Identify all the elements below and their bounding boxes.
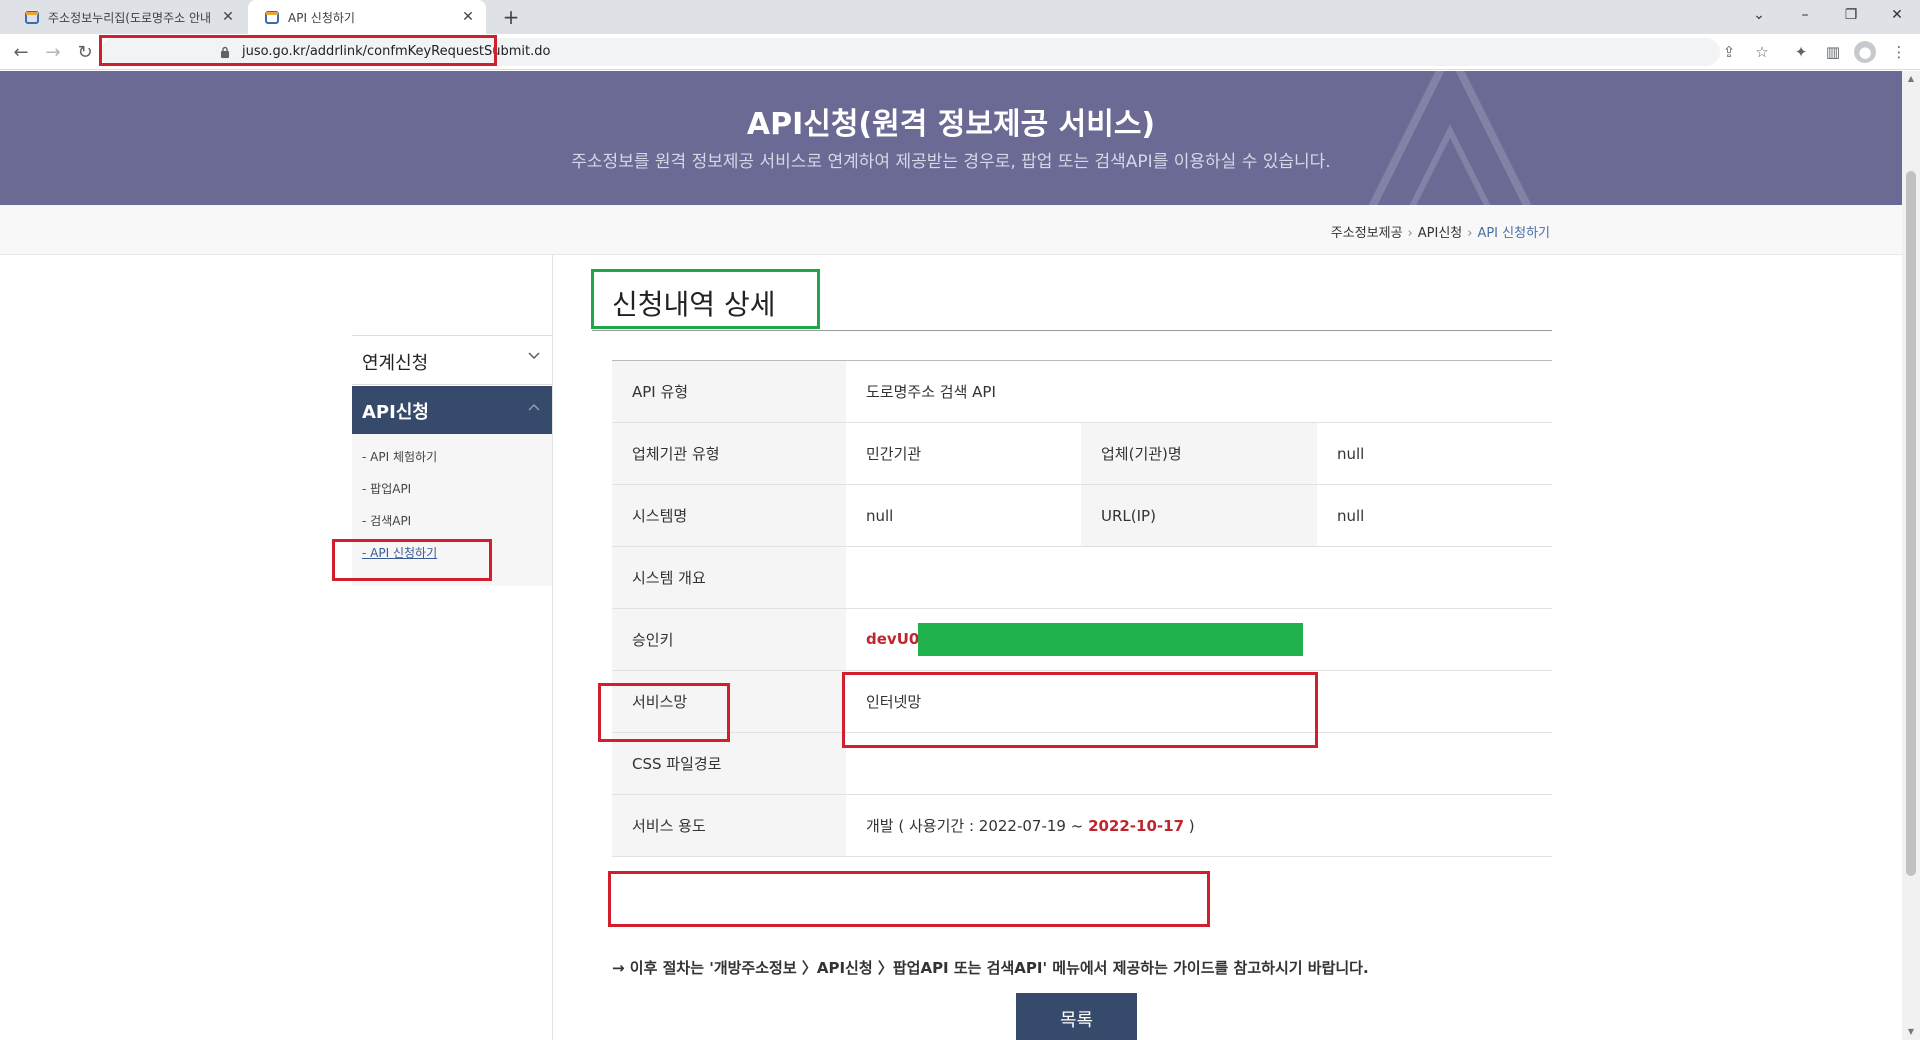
scrollbar-thumb[interactable] (1906, 171, 1916, 876)
minimize-button[interactable]: – (1782, 0, 1828, 30)
sidebar-menu-label: API신청 (362, 402, 429, 423)
sidebar-item-popup-api[interactable]: - 팝업API (362, 480, 411, 497)
sidebar-menu-link-request[interactable]: 연계신청 (352, 335, 552, 385)
close-tab-icon[interactable]: ✕ (456, 9, 480, 25)
scroll-up-icon[interactable]: ▲ (1902, 71, 1920, 87)
hero-subtitle: 주소정보를 원격 정보제공 서비스로 연계하여 제공받는 경우로, 팝업 또는 … (571, 152, 1331, 172)
table-row: API 유형 도로명주소 검색 API (612, 360, 1552, 423)
breadcrumb-bar: 주소정보제공 › API신청 › API 신청하기 (0, 205, 1902, 255)
breadcrumb: 주소정보제공 › API신청 › API 신청하기 (1331, 222, 1550, 241)
sidebar-divider (552, 255, 553, 1040)
url-ip-value: null (1317, 484, 1552, 547)
api-type-label: API 유형 (612, 360, 846, 423)
scroll-down-icon[interactable]: ▼ (1902, 1024, 1920, 1040)
system-overview-value (846, 546, 1552, 609)
tab-title: API 신청하기 (288, 10, 355, 25)
browser-tab-strip: 주소정보누리집(도로명주소 안내 ✕ API 신청하기 ✕ + ⌄ – ❐ ✕ (0, 0, 1920, 34)
menu-kebab-icon[interactable]: ⋮ (1888, 41, 1910, 63)
guide-note: → 이후 절차는 '개방주소정보 〉API신청 〉팝업API 또는 검색API'… (612, 959, 1369, 977)
usage-period-text: 개발 ( 사용기간 : 2022-07-19 ~ (866, 817, 1089, 835)
sidebar-menu-label: 연계신청 (362, 353, 429, 374)
side-panel-icon[interactable]: ▥ (1822, 41, 1844, 63)
page-scrollbar[interactable]: ▲ ▼ (1902, 71, 1920, 1040)
table-row: 승인키 devU0 (612, 608, 1552, 671)
sidebar-menu-api-request[interactable]: API신청 (352, 386, 552, 434)
application-detail-table: API 유형 도로명주소 검색 API 업체기관 유형 민간기관 업체(기관)명… (612, 360, 1552, 857)
browser-tab-api-request[interactable]: API 신청하기 ✕ (248, 0, 486, 34)
org-type-label: 업체기관 유형 (612, 422, 846, 485)
profile-avatar-icon[interactable]: ● (1854, 41, 1876, 63)
back-icon[interactable]: ← (8, 40, 34, 66)
breadcrumb-item-current: API 신청하기 (1477, 226, 1550, 241)
chevron-right-icon: › (1467, 226, 1473, 241)
org-name-value: null (1317, 422, 1552, 485)
title-divider (592, 330, 1552, 331)
approval-key-cell: devU0 (846, 608, 1552, 671)
table-row: 업체기관 유형 민간기관 업체(기관)명 null (612, 422, 1552, 485)
chevron-down-icon (528, 352, 540, 359)
sidebar-highlight-box (332, 539, 492, 581)
approval-key-value[interactable]: devU0 (866, 630, 919, 648)
sidebar-item-api-trial[interactable]: - API 체험하기 (362, 448, 437, 465)
title-highlight-box (591, 269, 820, 329)
tab-title: 주소정보누리집(도로명주소 안내 (48, 10, 212, 25)
approval-key-label: 승인키 (612, 608, 846, 671)
close-window-button[interactable]: ✕ (1874, 0, 1920, 30)
system-overview-label: 시스템 개요 (612, 546, 846, 609)
hero-banner: API신청(원격 정보제공 서비스) 주소정보를 원격 정보제공 서비스로 연계… (0, 71, 1902, 205)
breadcrumb-item-address-info[interactable]: 주소정보제공 (1331, 226, 1403, 241)
url-ip-label: URL(IP) (1081, 484, 1317, 547)
restore-button[interactable]: ❐ (1828, 0, 1874, 30)
list-button[interactable]: 목록 (1016, 993, 1137, 1040)
tab-search-icon[interactable]: ⌄ (1736, 0, 1782, 30)
chevron-right-icon: › (1407, 226, 1413, 241)
org-type-value: 민간기관 (846, 422, 1081, 485)
forward-icon[interactable]: → (40, 40, 66, 66)
usage-end-date: 2022-10-17 (1088, 817, 1185, 835)
table-row: 서비스 용도 개발 ( 사용기간 : 2022-07-19 ~ 2022-10-… (612, 794, 1552, 857)
site-favicon-icon (265, 11, 279, 24)
service-usage-label: 서비스 용도 (612, 794, 846, 857)
share-icon[interactable]: ⇪ (1718, 41, 1740, 63)
system-name-label: 시스템명 (612, 484, 846, 547)
site-favicon-icon (25, 11, 39, 24)
browser-tab-juso-home[interactable]: 주소정보누리집(도로명주소 안내 ✕ (8, 0, 246, 34)
table-row: 시스템명 null URL(IP) null (612, 484, 1552, 547)
bookmark-star-icon[interactable]: ☆ (1751, 41, 1773, 63)
chevron-up-icon (528, 404, 540, 411)
hero-title: API신청(원격 정보제공 서비스) (746, 107, 1156, 142)
web-page: API신청(원격 정보제공 서비스) 주소정보를 원격 정보제공 서비스로 연계… (0, 71, 1902, 1040)
sidebar-item-search-api[interactable]: - 검색API (362, 512, 411, 529)
url-highlight-box (99, 35, 497, 66)
breadcrumb-item-api[interactable]: API신청 (1418, 226, 1463, 241)
system-name-value: null (846, 484, 1081, 547)
approval-key-label-highlight-box (598, 683, 730, 742)
org-name-label: 업체(기관)명 (1081, 422, 1317, 485)
approval-key-redaction (918, 623, 1304, 656)
new-tab-button[interactable]: + (498, 4, 524, 30)
usage-period-close: ) (1184, 817, 1195, 835)
service-usage-highlight-box (608, 871, 1210, 927)
service-usage-value: 개발 ( 사용기간 : 2022-07-19 ~ 2022-10-17 ) (846, 794, 1552, 857)
table-row: 시스템 개요 (612, 546, 1552, 609)
api-type-value: 도로명주소 검색 API (846, 360, 1552, 423)
reload-icon[interactable]: ↻ (72, 40, 98, 66)
close-tab-icon[interactable]: ✕ (216, 9, 240, 25)
extensions-icon[interactable]: ✦ (1790, 41, 1812, 63)
approval-key-value-highlight-box (842, 672, 1318, 748)
